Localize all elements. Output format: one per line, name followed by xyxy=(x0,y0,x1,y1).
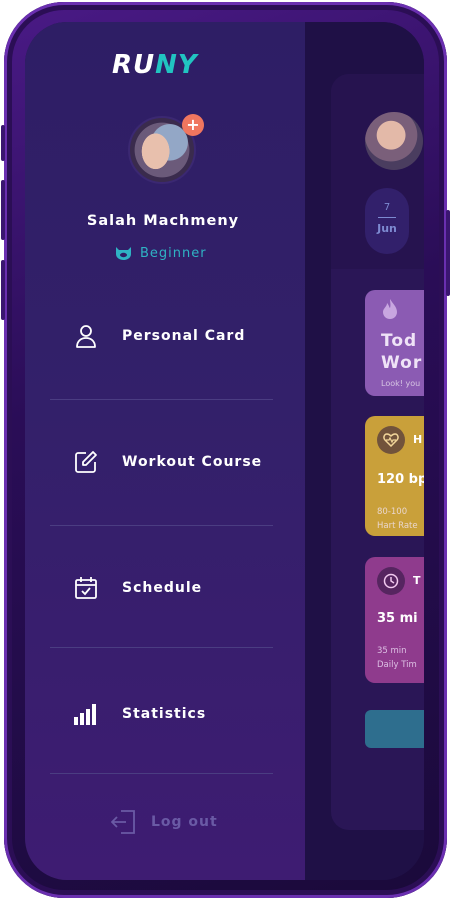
tile-subtitle: Look! you xyxy=(381,379,421,388)
divider xyxy=(50,647,273,648)
mask-icon xyxy=(116,247,131,260)
menu-item-label: Statistics xyxy=(122,706,207,722)
screen: 7 Jun Tod Wor Look! you H 120 bp 80-100 … xyxy=(25,22,424,880)
menu-item-schedule[interactable]: Schedule xyxy=(73,568,295,608)
logo-text: RU xyxy=(112,50,156,80)
logo-text-accent: NY xyxy=(155,50,198,80)
volume-button xyxy=(1,180,5,240)
today-workout-tile[interactable]: Tod Wor Look! you xyxy=(365,290,424,396)
menu-item-label: Schedule xyxy=(122,580,203,596)
daily-time-sub: 35 min xyxy=(377,646,407,656)
power-button xyxy=(446,210,450,296)
date-divider xyxy=(378,217,396,218)
add-photo-button[interactable]: + xyxy=(182,114,204,136)
date-month: Jun xyxy=(377,222,397,235)
calendar-check-icon xyxy=(73,575,99,601)
date-pill[interactable]: 7 Jun xyxy=(365,188,409,254)
heart-rate-caption: Hart Rate xyxy=(377,521,418,531)
heart-rate-range: 80-100 xyxy=(377,507,408,517)
logout-icon xyxy=(111,810,135,834)
start-button[interactable] xyxy=(365,710,424,748)
divider xyxy=(50,773,273,774)
heart-icon xyxy=(377,426,405,454)
daily-time-tile[interactable]: T 35 mi 35 min Daily Tim xyxy=(365,557,424,683)
daily-time-caption: Daily Tim xyxy=(377,660,417,670)
divider xyxy=(50,399,273,400)
tile-heading: H xyxy=(413,433,423,446)
level-label: Beginner xyxy=(140,245,207,261)
heart-rate-value: 120 bp xyxy=(377,472,424,487)
logout-label: Log out xyxy=(151,814,218,830)
bar-chart-icon xyxy=(73,701,99,727)
menu-item-label: Personal Card xyxy=(122,328,246,344)
date-day: 7 xyxy=(383,202,391,213)
side-drawer: RUNY + Salah Machmeny Beginner Personal … xyxy=(25,22,305,880)
menu-item-personal-card[interactable]: Personal Card xyxy=(73,316,295,356)
tile-heading: T xyxy=(413,574,421,587)
level-badge: Beginner xyxy=(115,244,207,262)
plus-icon: + xyxy=(186,115,200,134)
edit-icon xyxy=(73,449,99,475)
menu-item-label: Workout Course xyxy=(122,454,263,470)
app-logo: RUNY xyxy=(112,50,218,80)
menu-item-statistics[interactable]: Statistics xyxy=(73,694,295,734)
user-name: Salah Machmeny xyxy=(86,213,240,229)
volume-button xyxy=(1,260,5,320)
volume-button xyxy=(1,125,5,161)
flame-icon xyxy=(383,299,397,319)
logout-button[interactable]: Log out xyxy=(111,808,218,836)
dashboard-avatar[interactable] xyxy=(365,112,423,170)
user-icon xyxy=(73,323,99,349)
heart-rate-tile[interactable]: H 120 bp 80-100 Hart Rate xyxy=(365,416,424,536)
daily-time-value: 35 mi xyxy=(377,611,418,626)
tile-title: Tod xyxy=(381,331,418,351)
clock-icon xyxy=(377,567,405,595)
tile-title: Wor xyxy=(381,353,423,373)
menu-item-workout-course[interactable]: Workout Course xyxy=(73,442,295,482)
divider xyxy=(50,525,273,526)
